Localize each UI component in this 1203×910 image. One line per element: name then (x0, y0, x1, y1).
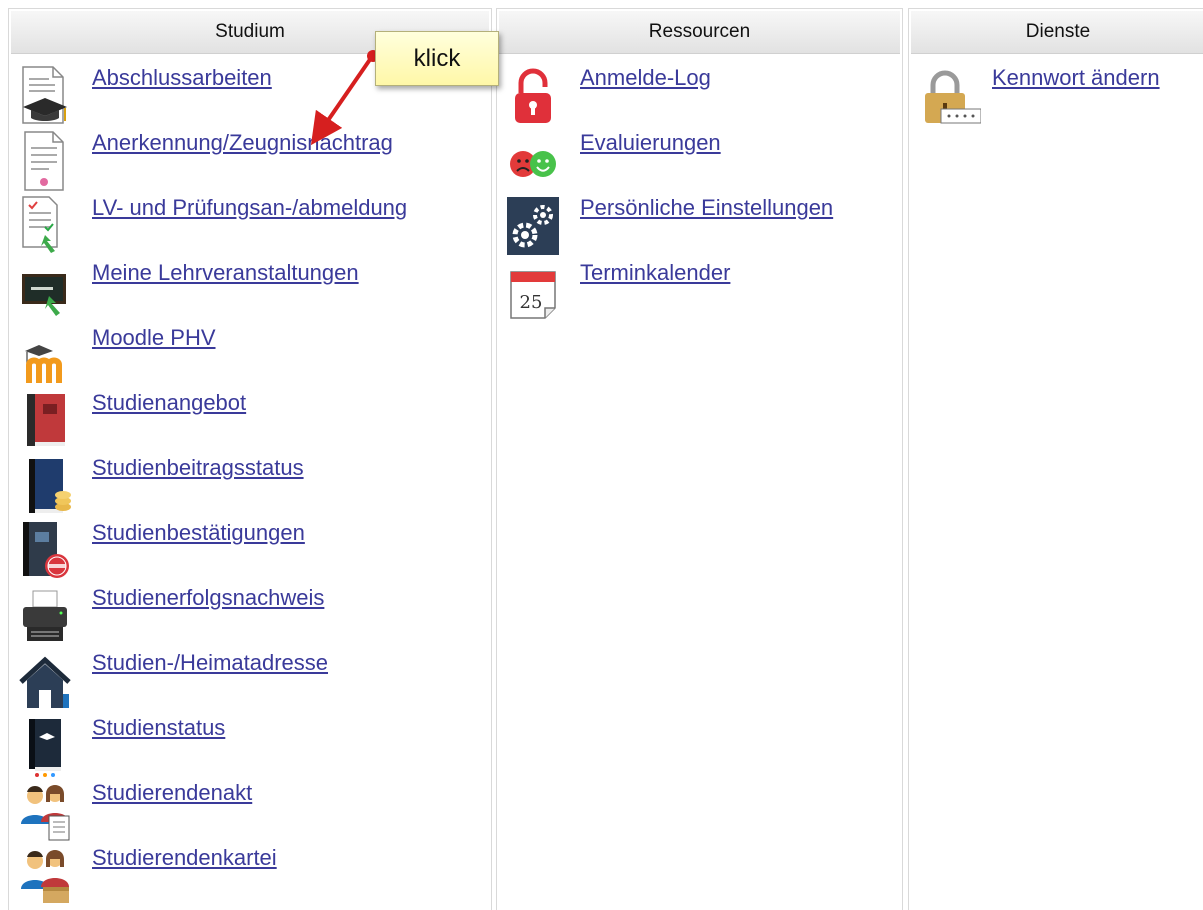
list-item[interactable]: Studienerfolgsnachweis (19, 585, 489, 647)
graduation-document-icon (19, 65, 71, 127)
list-item[interactable]: Meine Lehrveranstaltungen (19, 260, 489, 322)
column-header-ressourcen: Ressourcen (499, 11, 900, 54)
link-terminkalender[interactable]: Terminkalender (580, 260, 730, 286)
link-studienstatus[interactable]: Studienstatus (92, 715, 225, 741)
smiley-faces-icon (507, 130, 559, 192)
book-stamp-icon (19, 520, 71, 582)
list-item[interactable]: Studienangebot (19, 390, 489, 452)
link-moodle-phv[interactable]: Moodle PHV (92, 325, 216, 351)
column-header-dienste: Dienste (911, 11, 1203, 54)
list-item[interactable]: 25 Terminkalender (507, 260, 902, 322)
students-document-icon (19, 780, 71, 842)
link-studierendenkartei[interactable]: Studierendenkartei (92, 845, 277, 871)
link-anerkennung-zeugnisnachtrag[interactable]: Anerkennung/Zeugnisnachtrag (92, 130, 393, 156)
callout-klick: klick (375, 31, 499, 86)
certificate-document-icon (19, 130, 71, 192)
list-item[interactable]: Studierendenakt (19, 780, 489, 842)
list-item[interactable]: Moodle PHV (19, 325, 489, 387)
link-studienerfolgsnachweis[interactable]: Studienerfolgsnachweis (92, 585, 324, 611)
list-item[interactable]: Kennwort ändern (919, 65, 1203, 127)
link-kennwort-aendern[interactable]: Kennwort ändern (992, 65, 1160, 91)
column-studium: Studium Abschlussarbeiten Anerkennung/Ze… (8, 8, 492, 910)
book-status-icon (19, 715, 71, 777)
link-meine-lehrveranstaltungen[interactable]: Meine Lehrveranstaltungen (92, 260, 359, 286)
gears-icon (507, 195, 559, 257)
list-item[interactable]: Anmelde-Log (507, 65, 902, 127)
link-abschlussarbeiten[interactable]: Abschlussarbeiten (92, 65, 272, 91)
link-anmelde-log[interactable]: Anmelde-Log (580, 65, 711, 91)
list-item[interactable]: Studienstatus (19, 715, 489, 777)
list-item[interactable]: Evaluierungen (507, 130, 902, 192)
blackboard-icon (19, 260, 71, 322)
printer-icon (19, 585, 71, 647)
link-studien-heimatadresse[interactable]: Studien-/Heimatadresse (92, 650, 328, 676)
book-coins-icon (19, 455, 71, 517)
link-persoenliche-einstellungen[interactable]: Persönliche Einstellungen (580, 195, 833, 221)
link-studierendenakt[interactable]: Studierendenakt (92, 780, 252, 806)
list-item[interactable]: Studienbeitragsstatus (19, 455, 489, 517)
link-evaluierungen[interactable]: Evaluierungen (580, 130, 721, 156)
link-studienbeitragsstatus[interactable]: Studienbeitragsstatus (92, 455, 304, 481)
moodle-icon (19, 325, 71, 387)
link-studienbestaetigungen[interactable]: Studienbestätigungen (92, 520, 305, 546)
house-icon (19, 650, 71, 712)
list-item[interactable]: Anerkennung/Zeugnisnachtrag (19, 130, 489, 192)
calendar-day: 25 (520, 292, 543, 313)
list-item[interactable]: Studien-/Heimatadresse (19, 650, 489, 712)
link-lv-pruefungsanmeldung[interactable]: LV- und Prüfungsan-/abmeldung (92, 195, 407, 221)
password-lock-icon (919, 65, 981, 127)
list-item[interactable]: Studierendenkartei (19, 845, 489, 907)
checklist-document-icon (19, 195, 71, 257)
column-ressourcen: Ressourcen Anmelde-Log Evaluierungen Per… (496, 8, 903, 910)
list-item[interactable]: Studienbestätigungen (19, 520, 489, 582)
students-cardfile-icon (19, 845, 71, 907)
calendar-icon: 25 (507, 260, 559, 322)
red-book-icon (19, 390, 71, 452)
list-item[interactable]: Persönliche Einstellungen (507, 195, 902, 257)
column-dienste: Dienste Kennwort ändern (908, 8, 1203, 910)
padlock-icon (507, 65, 559, 127)
list-item[interactable]: LV- und Prüfungsan-/abmeldung (19, 195, 489, 257)
link-studienangebot[interactable]: Studienangebot (92, 390, 246, 416)
